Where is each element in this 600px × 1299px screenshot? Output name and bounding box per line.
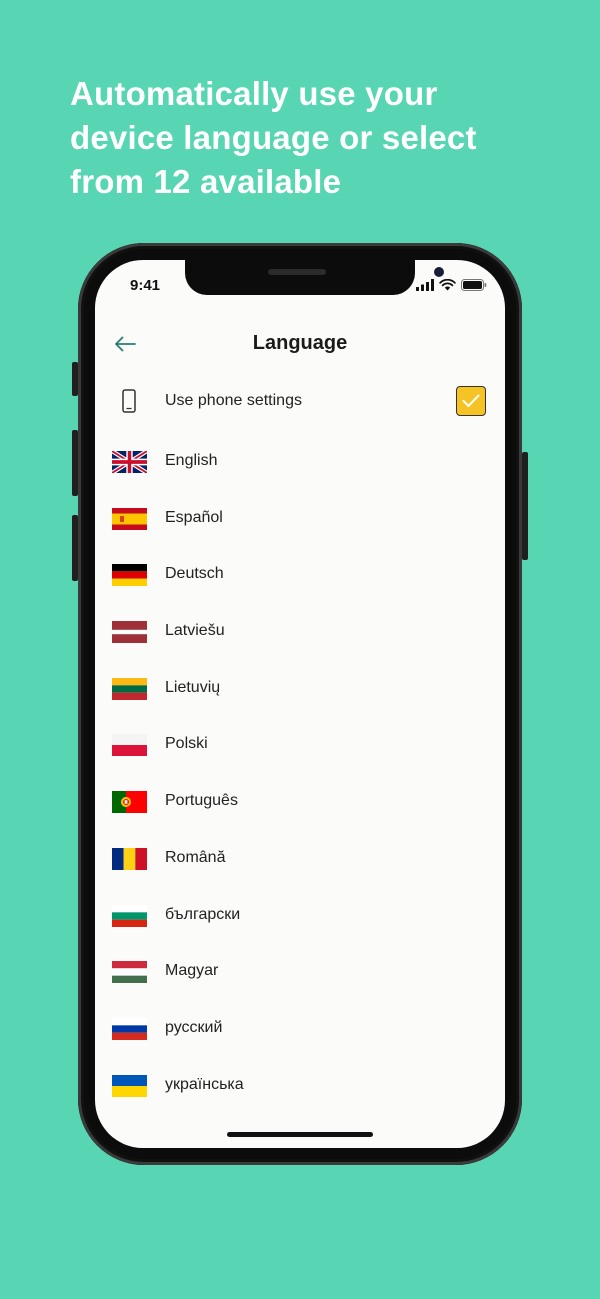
wifi-icon [439, 279, 456, 291]
uk-flag-icon [112, 451, 147, 473]
language-label: български [165, 905, 241, 923]
language-item-english[interactable]: English [95, 435, 505, 492]
speaker [268, 269, 326, 275]
language-label: Română [165, 848, 226, 866]
checkmark-icon [462, 394, 480, 407]
use-phone-settings-label: Use phone settings [165, 392, 302, 409]
volume-up-button [72, 430, 78, 496]
bulgaria-flag-icon [112, 904, 147, 927]
language-item-deutsch[interactable]: Deutsch [95, 548, 505, 605]
signal-icon [416, 279, 434, 291]
battery-icon [461, 279, 487, 291]
lithuania-flag-icon [112, 677, 147, 700]
front-camera [434, 267, 444, 277]
language-item-polski[interactable]: Polski [95, 718, 505, 775]
spain-flag-icon [112, 507, 147, 530]
mute-switch [72, 362, 78, 396]
ukraine-flag-icon [112, 1074, 147, 1097]
language-label: Español [165, 508, 223, 526]
page-title: Language [252, 332, 348, 354]
language-label: English [165, 452, 218, 469]
latvia-flag-icon [112, 621, 147, 644]
romania-flag-icon [112, 847, 147, 870]
language-label: Polski [165, 735, 208, 753]
language-label: Magyar [165, 962, 219, 980]
language-item-portugues[interactable]: Português [95, 775, 505, 832]
language-label: Deutsch [165, 565, 224, 583]
poland-flag-icon [112, 734, 147, 757]
power-button [522, 452, 528, 560]
portugal-flag-icon [112, 791, 147, 814]
language-item-bulgarian[interactable]: български [95, 889, 505, 946]
use-phone-settings-row[interactable]: Use phone settings [95, 380, 505, 424]
hungary-flag-icon [112, 961, 147, 984]
volume-down-button [72, 515, 78, 581]
language-item-russian[interactable]: русский [95, 1002, 505, 1059]
nav-bar: Language [95, 324, 505, 364]
language-label: Português [165, 792, 238, 810]
language-item-espanol[interactable]: Español [95, 492, 505, 549]
language-label: Lietuvių [165, 678, 221, 696]
home-indicator[interactable] [227, 1132, 373, 1137]
language-item-magyar[interactable]: Magyar [95, 945, 505, 1002]
status-icons [416, 279, 487, 291]
smartphone-icon [122, 389, 136, 413]
phone-screen: 9:41 Language Use phone settings English… [95, 260, 505, 1148]
language-label: русский [165, 1018, 223, 1036]
status-time: 9:41 [130, 277, 161, 294]
language-item-romana[interactable]: Română [95, 832, 505, 889]
language-item-ukrainian[interactable]: українська [95, 1059, 505, 1116]
headline: Automatically use your device language o… [70, 75, 477, 200]
notch [185, 260, 444, 295]
language-item-lietuviu[interactable]: Lietuvių [95, 662, 505, 719]
language-label: Latviešu [165, 622, 225, 640]
language-item-latviesu[interactable]: Latviešu [95, 605, 505, 662]
use-phone-settings-checkbox[interactable] [456, 386, 486, 416]
language-list: English Español Deutsch Latviešu Lietuvi… [95, 435, 505, 1115]
russia-flag-icon [112, 1017, 147, 1040]
language-label: українська [165, 1075, 244, 1093]
germany-flag-icon [112, 564, 147, 587]
